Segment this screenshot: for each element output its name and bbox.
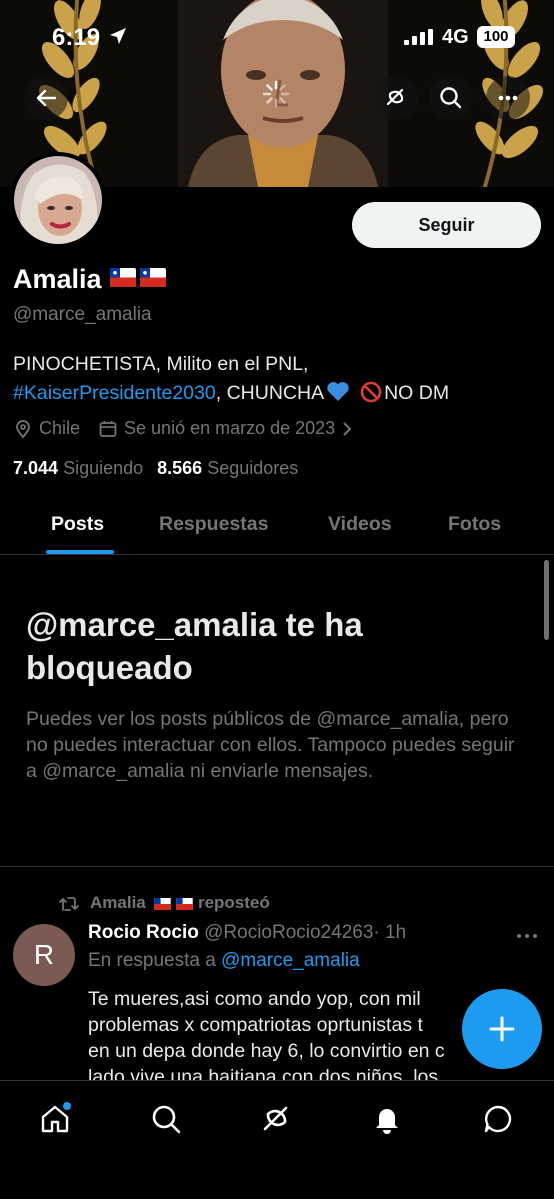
profile-joined[interactable]: Se unió en marzo de 2023 (98, 418, 353, 439)
nav-home[interactable] (37, 1101, 73, 1137)
post-reply-context: En respuesta a @marce_amalia (88, 950, 360, 972)
profile-location: Chile (13, 418, 80, 439)
more-button[interactable] (486, 76, 530, 120)
blocked-title: @marce_amalia te ha bloqueado (26, 606, 363, 686)
no-entry-icon (360, 381, 382, 403)
reply-mention-link[interactable]: @marce_amalia (221, 950, 360, 971)
chile-flag-icon (139, 267, 166, 287)
chile-flag-icon (176, 898, 193, 910)
nav-messages[interactable] (480, 1101, 516, 1137)
tab-respuestas[interactable]: Respuestas (159, 513, 268, 536)
post-time: · 1h (373, 922, 407, 943)
blue-heart-icon (327, 382, 349, 401)
bio-hashtag-link[interactable]: #KaiserPresidente2030 (13, 382, 216, 404)
reply-prefix: En respuesta a (88, 950, 216, 971)
messages-icon (484, 1105, 512, 1133)
location-label: Chile (39, 418, 81, 438)
avatar-photo (14, 156, 102, 244)
location-icon (16, 419, 30, 438)
tab-videos[interactable]: Videos (328, 513, 392, 536)
back-button[interactable] (24, 76, 68, 120)
bio-text: , CHUNCHA (215, 382, 325, 404)
chile-flag-icons (109, 267, 170, 292)
loading-spinner-icon (262, 80, 290, 108)
post-header: Rocio Rocio @RocioRocio24263· 1h (88, 922, 406, 944)
post-author-handle[interactable]: @RocioRocio24263 (204, 922, 373, 943)
repost-header: Amalia reposteó (58, 893, 270, 915)
location-arrow-icon (110, 28, 126, 44)
followers-link[interactable]: 8.566 Seguidores (157, 458, 298, 479)
following-link[interactable]: 7.044 Siguiendo (13, 458, 143, 479)
active-tab-indicator (46, 550, 114, 554)
post-author-name[interactable]: Rocio Rocio (88, 922, 199, 943)
bio-text: NO DM (384, 382, 450, 404)
blocked-message: Puedes ver los posts públicos de @marce_… (26, 708, 515, 782)
post-more-button[interactable] (516, 923, 538, 946)
battery-indicator: 100 (477, 26, 515, 48)
scrollbar[interactable] (544, 560, 549, 640)
search-button[interactable] (429, 76, 473, 120)
profile-name: Amalia (13, 264, 102, 294)
profile-name-row: Amalia (13, 264, 170, 295)
bottom-navigation (0, 1080, 554, 1199)
nav-search[interactable] (148, 1101, 184, 1137)
nav-notifications[interactable] (369, 1101, 405, 1137)
follow-counts: 7.044 Siguiendo 8.566 Seguidores (13, 458, 298, 479)
chile-flag-icon (109, 267, 136, 287)
profile-bio: PINOCHETISTA, Milito en el PNL, #KaiserP… (13, 350, 543, 408)
chevron-right-icon (343, 421, 352, 436)
repost-label: reposteó (197, 893, 270, 912)
follow-button[interactable]: Seguir (352, 202, 541, 248)
status-time: 6:19 (52, 24, 101, 51)
tab-fotos[interactable]: Fotos (448, 513, 501, 536)
profile-tabs: Posts Respuestas Videos Fotos (0, 495, 554, 555)
more-icon (517, 934, 537, 938)
repost-icon (59, 897, 79, 911)
notifications-icon (376, 1109, 398, 1134)
following-label: Siguiendo (63, 458, 144, 478)
followers-count: 8.566 (157, 458, 203, 478)
nav-grok[interactable] (258, 1101, 294, 1137)
joined-label: Se unió en marzo de 2023 (124, 418, 336, 438)
section-divider (0, 866, 554, 867)
profile-meta: Chile Se unió en marzo de 2023 (13, 418, 371, 439)
followers-label: Seguidores (207, 458, 299, 478)
chile-flag-icon (154, 898, 172, 910)
search-icon (440, 87, 462, 109)
back-arrow-icon (36, 89, 57, 107)
post-author-avatar[interactable]: R (13, 924, 75, 986)
profile-avatar[interactable] (10, 152, 106, 248)
post-body-line: lado vive una haitiana con dos niños, lo… (88, 1066, 439, 1080)
tab-posts[interactable]: Posts (51, 513, 104, 536)
network-type: 4G (442, 26, 469, 48)
grok-icon (263, 1106, 288, 1131)
status-bar: 6:19 4G 100 (0, 0, 554, 74)
search-icon (152, 1105, 181, 1134)
grok-button[interactable] (374, 76, 418, 120)
bio-text: PINOCHETISTA, Milito en el PNL, (13, 353, 309, 375)
compose-button[interactable] (462, 989, 542, 1069)
chile-flag-icons (154, 895, 193, 915)
profile-handle: @marce_amalia (13, 304, 152, 325)
home-notification-dot (63, 1102, 71, 1110)
more-icon (498, 95, 518, 101)
grok-icon (386, 88, 404, 106)
calendar-icon (99, 420, 117, 437)
compose-icon (489, 1016, 515, 1042)
repost-user-name[interactable]: Amalia (90, 893, 146, 912)
following-count: 7.044 (13, 458, 59, 478)
signal-icon (404, 29, 433, 45)
